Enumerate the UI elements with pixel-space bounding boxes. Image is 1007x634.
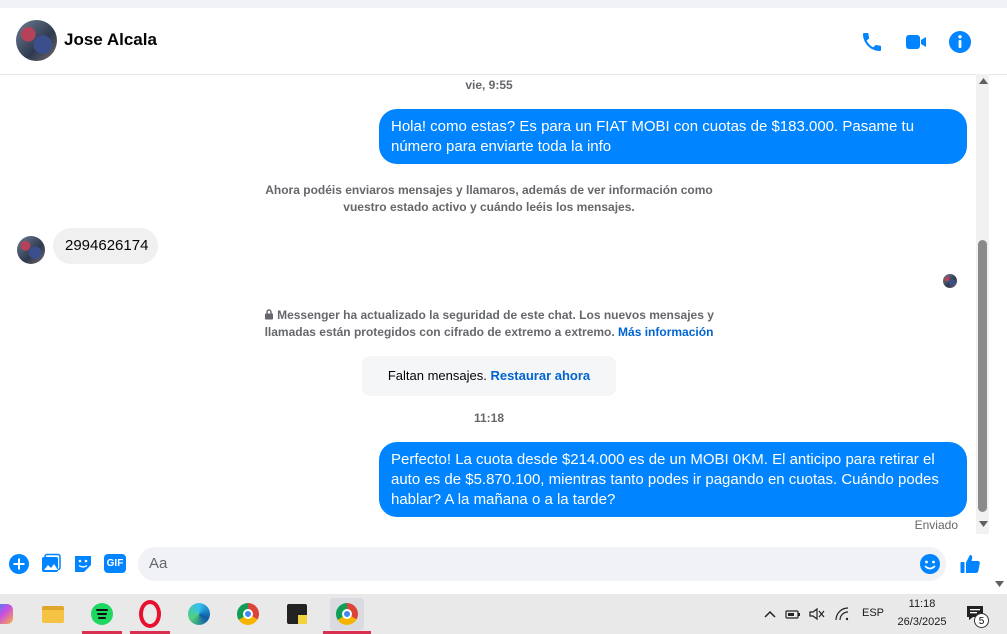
timestamp: vie, 9:55	[465, 78, 513, 92]
edge-icon[interactable]	[182, 598, 216, 630]
chat-header: Jose Alcala	[0, 8, 1007, 75]
clock-date[interactable]: 26/3/2025	[892, 616, 952, 628]
language-indicator[interactable]: ESP	[862, 607, 884, 619]
spotify-icon[interactable]	[85, 598, 119, 630]
missing-messages-text: Faltan mensajes.	[387, 368, 487, 383]
contact-avatar-small[interactable]	[17, 236, 45, 264]
windows-taskbar: ESP 11:18 26/3/2025 5	[0, 594, 1007, 634]
copilot-icon[interactable]	[0, 598, 20, 630]
restore-now-link[interactable]: Restaurar ahora	[490, 368, 590, 383]
lock-icon	[265, 309, 274, 320]
contact-avatar[interactable]	[16, 20, 57, 61]
contact-name[interactable]: Jose Alcala	[64, 30, 157, 50]
info-icon[interactable]	[948, 30, 972, 54]
connection-notice: Ahora podéis enviaros mensajes y llamaro…	[240, 182, 738, 216]
notification-count-badge: 5	[974, 613, 989, 628]
timestamp: 11:18	[473, 411, 505, 425]
chrome-icon[interactable]	[231, 598, 265, 630]
opera-icon[interactable]	[133, 598, 167, 630]
incoming-message[interactable]: 2994626174	[53, 228, 158, 264]
security-line: Messenger ha actualizado la seguridad de…	[277, 308, 714, 322]
file-explorer-icon[interactable]	[36, 598, 70, 630]
message-composer: GIF Aa	[0, 541, 1007, 587]
notice-line: Ahora podéis enviaros mensajes y llamaro…	[265, 183, 713, 197]
window-top-strip	[0, 0, 1007, 8]
wifi-icon[interactable]	[834, 607, 850, 621]
thumbs-up-icon[interactable]	[959, 553, 981, 575]
outgoing-message[interactable]: Hola! como estas? Es para un FIAT MOBI c…	[379, 109, 967, 164]
sticky-notes-icon[interactable]	[280, 598, 314, 630]
security-notice: Messenger ha actualizado la seguridad de…	[240, 307, 738, 341]
notice-line: vuestro estado activo y cuándo leéis los…	[343, 200, 635, 214]
missing-messages-banner: Faltan mensajes. Restaurar ahora	[362, 356, 616, 396]
phone-icon[interactable]	[860, 30, 884, 54]
battery-icon[interactable]	[785, 608, 801, 620]
read-receipt-avatar	[943, 274, 957, 288]
volume-muted-icon[interactable]	[809, 607, 825, 621]
security-line: llamadas están protegidos con cifrado de…	[264, 325, 615, 339]
emoji-icon[interactable]	[919, 553, 941, 575]
photo-icon[interactable]	[40, 553, 62, 575]
show-hidden-icons-chevron-icon[interactable]	[764, 610, 776, 618]
clock-time[interactable]: 11:18	[900, 598, 944, 610]
message-input[interactable]: Aa	[138, 547, 946, 581]
message-status: Enviado	[914, 518, 958, 532]
plus-icon[interactable]	[8, 553, 30, 575]
video-call-icon[interactable]	[904, 30, 928, 54]
scroll-up-arrow-icon[interactable]	[979, 78, 988, 84]
scrollbar-thumb[interactable]	[978, 240, 987, 512]
gif-button[interactable]: GIF	[104, 554, 126, 573]
sticker-icon[interactable]	[72, 553, 94, 575]
chrome-profile-icon[interactable]	[330, 598, 364, 630]
scroll-down-arrow-icon[interactable]	[979, 521, 988, 527]
outgoing-message[interactable]: Perfecto! La cuota desde $214.000 es de …	[379, 442, 967, 517]
more-info-link[interactable]: Más información	[618, 325, 713, 339]
